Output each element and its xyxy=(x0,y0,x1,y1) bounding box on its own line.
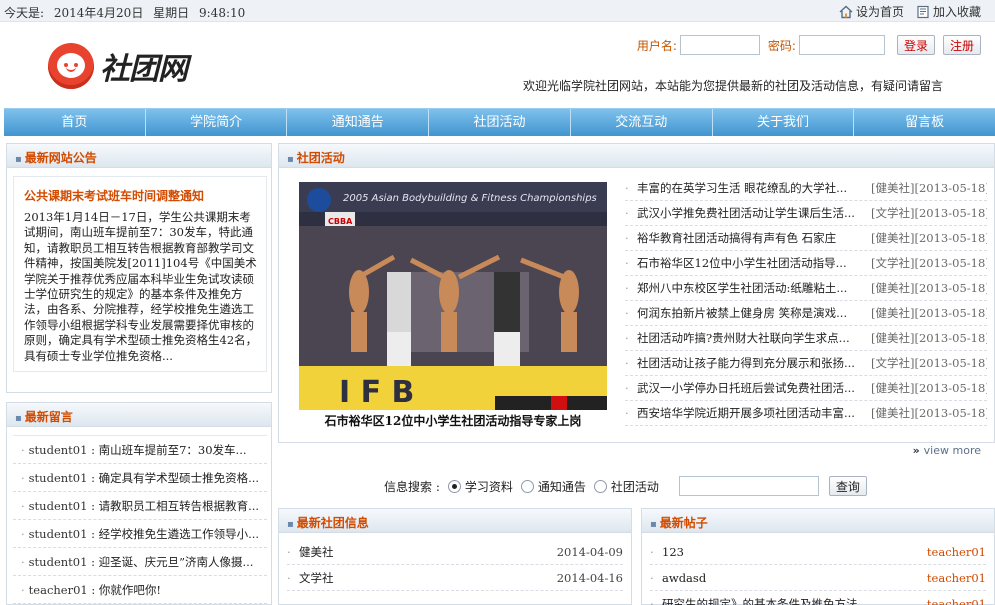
activity-list: · 丰富的在英学习生活 眼花缭乱的大学社... [健美社] [2013-05-18] … xyxy=(625,176,987,426)
logo-text: 社团网 xyxy=(100,52,188,87)
username-label: 用户名: xyxy=(636,38,677,53)
password-label: 密码: xyxy=(767,38,796,53)
latest-messages-title: 最新留言 xyxy=(15,408,73,425)
top-links: 设为首页 加入收藏 xyxy=(839,3,981,20)
set-home-link[interactable]: 设为首页 xyxy=(839,3,904,20)
message-list: · student01 : 南山班车提前至7：30发车... · student01… xyxy=(13,435,267,604)
radio-checked-icon xyxy=(447,479,461,493)
username-input[interactable] xyxy=(679,35,760,55)
message-item[interactable]: · student01 : 经学校推免生遴选工作领导小... xyxy=(13,520,267,548)
post-item[interactable]: · 研究生的规定》的基本条件及推免方法，... teacher01 xyxy=(650,591,986,605)
nav-item-notices[interactable]: 通知通告 xyxy=(287,109,430,136)
login-button[interactable]: 登录 xyxy=(896,35,935,55)
date-display: 今天是: 2014年4月20日 星期日 9:48:10 xyxy=(4,4,251,21)
club-activities-title: 社团活动 xyxy=(287,149,345,166)
view-more-link[interactable]: » view more xyxy=(913,444,981,457)
radio-study-materials[interactable]: 学习资料 xyxy=(447,478,513,495)
date-value: 2014年4月20日 xyxy=(53,6,144,20)
activity-item[interactable]: · 武汉一小学停办日托班后尝试免费社团活... [健美社] [2013-05-18] xyxy=(625,376,987,401)
weekday-value: 星期日 xyxy=(153,6,190,20)
register-button[interactable]: 注册 xyxy=(942,35,981,55)
photo-ifbb-letters: I F B xyxy=(339,375,414,410)
latest-clubs-title: 最新社团信息 xyxy=(287,514,369,531)
nav-item-about-us[interactable]: 关于我们 xyxy=(713,109,855,136)
add-favorite-label: 加入收藏 xyxy=(932,5,981,19)
latest-messages-panel: 最新留言 ·student01 : 南山班车提前至7：30发车... ·stud… xyxy=(6,402,272,605)
post-item[interactable]: · awdasd teacher01 xyxy=(650,565,986,591)
announcement-panel: 最新网站公告 公共课期末考试班车时间调整通知 2013年1月14日－17日，学生… xyxy=(6,143,272,393)
message-item[interactable]: · student01 : 南山班车提前至7：30发车... xyxy=(13,436,267,464)
double-chevron-icon: » xyxy=(912,444,920,457)
site-logo[interactable]: 社团网 xyxy=(48,43,188,89)
latest-clubs-header: 最新社团信息 xyxy=(279,509,631,533)
nav-item-home[interactable]: 首页 xyxy=(4,109,146,136)
club-item[interactable]: · 文学社 2014-04-16 xyxy=(287,565,623,591)
activity-item[interactable]: · 石市裕华区12位中小学生社团活动指导... [文学社] [2013-05-18] xyxy=(625,251,987,276)
info-search-bar: 信息搜索 : 学习资料 通知通告 社团活动 查询 xyxy=(384,476,867,496)
date-label: 今天是: xyxy=(4,6,45,20)
welcome-message: 欢迎光临学院社团网站，本站能为您提供最新的社团及活动信息，有疑问请留言 xyxy=(522,79,943,93)
message-item[interactable]: · student01 : 迎圣诞、庆元旦”济南人像摄... xyxy=(13,548,267,576)
nav-item-message-board[interactable]: 留言板 xyxy=(854,109,995,136)
radio-notices[interactable]: 通知通告 xyxy=(520,478,586,495)
latest-posts-panel: 最新帖子 ·123teacher01 ·awdasdteacher01 ·研究生… xyxy=(641,508,995,605)
announcement-header: 最新网站公告 xyxy=(7,144,271,168)
club-list: · 健美社 2014-04-09 · 文学社 2014-04-16 xyxy=(287,539,623,591)
message-item[interactable]: · student01 : 确定具有学术型硕士推免资格... xyxy=(13,464,267,492)
post-item[interactable]: · 123 teacher01 xyxy=(650,539,986,565)
radio-club-activities[interactable]: 社团活动 xyxy=(593,478,659,495)
radio-unchecked-icon xyxy=(593,479,607,493)
password-input[interactable] xyxy=(798,35,885,55)
activity-item[interactable]: · 社团活动咋搞?贵州财大社联向学生求点... [健美社] [2013-05-18] xyxy=(625,326,987,351)
nav-item-club-activities[interactable]: 社团活动 xyxy=(429,109,571,136)
featured-activity-photo[interactable]: 2005 Asian Bodybuilding & Fitness Champi… xyxy=(299,182,607,410)
message-item[interactable]: · student01 : 请教职员工相互转告根据教育... xyxy=(13,492,267,520)
search-input[interactable] xyxy=(678,476,819,496)
latest-posts-title: 最新帖子 xyxy=(650,514,708,531)
activity-item[interactable]: · 武汉小学推免费社团活动让学生课后生活... [文学社] [2013-05-18] xyxy=(625,201,987,226)
club-activities-header: 社团活动 xyxy=(279,144,994,168)
announcement-text: 2013年1月14日－17日，学生公共课期末考试期间，南山班车提前至7：30发车… xyxy=(24,210,258,363)
nav-item-college-intro[interactable]: 学院简介 xyxy=(146,109,288,136)
post-list: · 123 teacher01 · awdasd teacher01 · 研究生的规定》的… xyxy=(650,539,986,605)
activity-item[interactable]: · 社团活动让孩子能力得到充分展示和张扬... [文学社] [2013-05-18] xyxy=(625,351,987,376)
set-home-label: 设为首页 xyxy=(855,5,904,19)
radio-unchecked-icon xyxy=(520,479,534,493)
bodybuilding-photo-image: 2005 Asian Bodybuilding & Fitness Champi… xyxy=(299,182,607,410)
activity-item[interactable]: · 西安培华学院近期开展多项社团活动丰富... [健美社] [2013-05-18] xyxy=(625,401,987,426)
latest-posts-header: 最新帖子 xyxy=(642,509,994,533)
top-bar: 今天是: 2014年4月20日 星期日 9:48:10 设为首页 加入收藏 xyxy=(0,0,995,22)
activity-item[interactable]: · 何润东拍新片被禁上健身房 笑称是演戏... [健美社] [2013-05-18] xyxy=(625,301,987,326)
activity-item[interactable]: · 郑州八中东校区学生社团活动:纸雕粘土... [健美社] [2013-05-18] xyxy=(625,276,987,301)
main-nav: 首页 学院简介 通知通告 社团活动 交流互动 关于我们 留言板 xyxy=(4,108,995,136)
bookmark-icon xyxy=(917,5,929,18)
announcement-headline-link[interactable]: 公共课期末考试班车时间调整通知 xyxy=(24,187,258,204)
time-value: 9:48:10 xyxy=(199,6,246,20)
search-label: 信息搜索 : xyxy=(384,479,440,494)
club-item[interactable]: · 健美社 2014-04-09 xyxy=(287,539,623,565)
message-item[interactable]: · teacher01 : 你就作吧你! xyxy=(13,576,267,604)
photo-banner-text: 2005 Asian Bodybuilding & Fitness Champi… xyxy=(343,193,597,204)
nav-item-interaction[interactable]: 交流互动 xyxy=(571,109,713,136)
activity-item[interactable]: · 裕华教育社团活动搞得有声有色 石家庄 [健美社] [2013-05-18] xyxy=(625,226,987,251)
logo-face-icon xyxy=(48,43,94,89)
add-favorite-link[interactable]: 加入收藏 xyxy=(916,3,981,20)
photo-logo-text: CBBA xyxy=(328,217,353,226)
featured-activity-caption[interactable]: 石市裕华区12位中小学生社团活动指导专家上岗 xyxy=(299,412,607,429)
search-button[interactable]: 查询 xyxy=(828,476,867,496)
announcement-body-box: 公共课期末考试班车时间调整通知 2013年1月14日－17日，学生公共课期末考试… xyxy=(13,176,267,372)
announcement-title: 最新网站公告 xyxy=(15,149,97,166)
home-icon xyxy=(839,5,853,18)
activity-item[interactable]: · 丰富的在英学习生活 眼花缭乱的大学社... [健美社] [2013-05-18] xyxy=(625,176,987,201)
latest-clubs-panel: 最新社团信息 ·健美社2014-04-09 ·文学社2014-04-16 xyxy=(278,508,632,605)
latest-messages-header: 最新留言 xyxy=(7,403,271,427)
club-activities-panel: 社团活动 2005 Asian Bodybuilding & Fitness C… xyxy=(278,143,995,443)
login-form: 用户名: 密码: 登录 注册 xyxy=(637,35,987,55)
